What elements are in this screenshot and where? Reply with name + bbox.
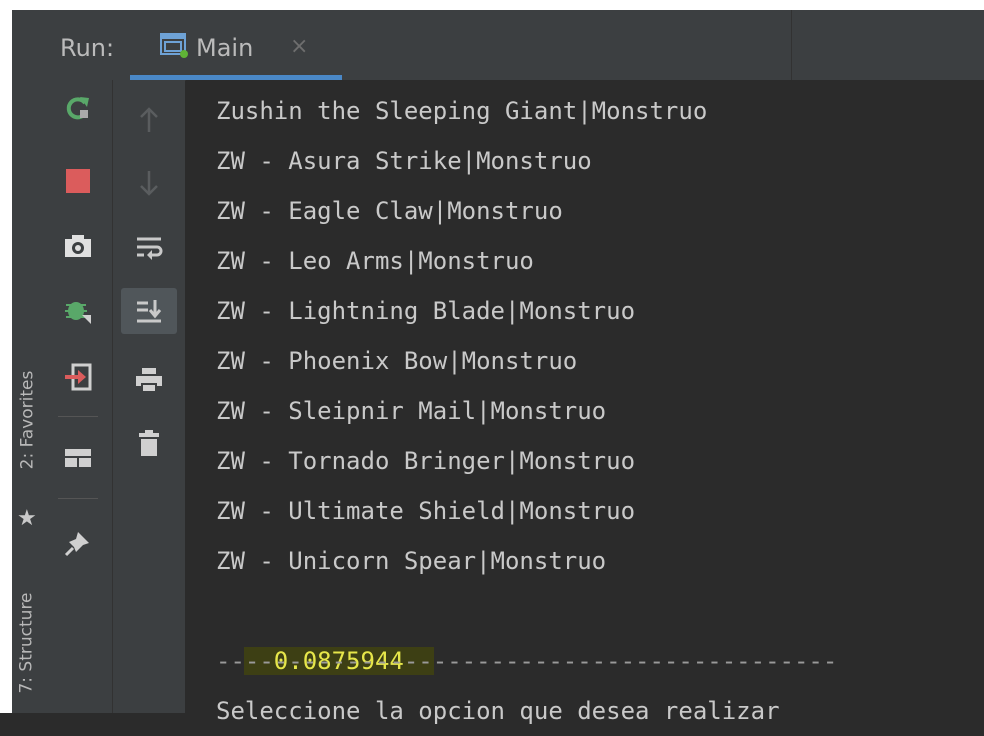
debug-restart-button[interactable]: [50, 288, 106, 334]
run-label: Run:: [60, 34, 115, 62]
highlighted-line: 0.0875944: [216, 586, 434, 675]
tab-main-label: Main: [196, 34, 254, 62]
console-line: ZW - Eagle Claw|Monstruo: [216, 197, 563, 225]
separator-line: ----------------------------------------…: [216, 647, 838, 675]
soft-wrap-button[interactable]: [121, 225, 177, 271]
structure-side-tab[interactable]: 7: Structure: [12, 575, 42, 710]
structure-side-tab-label: 7: Structure: [17, 591, 37, 694]
previous-occurrence-button[interactable]: [121, 97, 177, 143]
close-icon[interactable]: ×: [290, 34, 308, 59]
print-button[interactable]: [121, 357, 177, 403]
clear-all-button[interactable]: [121, 420, 177, 466]
soft-wrap-icon: [137, 237, 163, 260]
toolbar-separator: [58, 498, 98, 499]
rerun-button[interactable]: [50, 85, 106, 131]
dump-threads-button[interactable]: [50, 223, 106, 269]
console-line: ZW - Lightning Blade|Monstruo: [216, 297, 636, 325]
tab-main[interactable]: Main ×: [130, 10, 342, 80]
favorites-side-tab[interactable]: 2: Favorites: [12, 335, 42, 505]
console-line: ZW - Ultimate Shield|Monstruo: [216, 497, 636, 525]
pin-icon: [64, 532, 89, 557]
pin-tab-button[interactable]: [50, 520, 106, 566]
exit-button[interactable]: [50, 354, 106, 400]
star-icon: ★: [17, 506, 37, 531]
toolbar-separator: [58, 416, 98, 417]
window-icon: [160, 33, 190, 63]
window-top-edge: [0, 0, 984, 10]
stop-icon: [66, 169, 90, 193]
console-line: ZW - Phoenix Bow|Monstruo: [216, 347, 578, 375]
exit-icon: [65, 363, 92, 391]
console-line: ZW - Unicorn Spear|Monstruo: [216, 547, 607, 575]
run-toolbar-secondary: [113, 80, 185, 713]
next-occurrence-button[interactable]: [121, 160, 177, 206]
rerun-icon: [66, 97, 89, 120]
restore-layout-button[interactable]: [50, 435, 106, 481]
arrow-down-icon: [140, 171, 158, 196]
prompt-line: Seleccione la opcion que desea realizar: [216, 697, 780, 725]
console-line: ZW - Leo Arms|Monstruo: [216, 247, 534, 275]
console-line: ZW - Tornado Bringer|Monstruo: [216, 447, 636, 475]
debug-icon: [65, 302, 91, 324]
scroll-to-end-button[interactable]: [121, 288, 177, 334]
favorites-side-tab-label: 2: Favorites: [17, 370, 37, 470]
layout-icon: [65, 449, 91, 467]
console-line: ZW - Asura Strike|Monstruo: [216, 147, 592, 175]
console-line: ZW - Sleipnir Mail|Monstruo: [216, 397, 607, 425]
run-header: Run: Main ×: [42, 10, 984, 81]
stop-button[interactable]: [50, 158, 106, 204]
header-divider: [791, 10, 792, 80]
console-output[interactable]: Zushin the Sleeping Giant|Monstruo ZW - …: [186, 80, 984, 725]
console-line: Zushin the Sleeping Giant|Monstruo: [216, 97, 708, 125]
camera-icon: [65, 235, 91, 257]
side-tool-strip: 2: Favorites ★ 7: Structure: [12, 10, 43, 713]
trash-icon: [139, 430, 159, 456]
run-toolbar-primary: [42, 80, 113, 713]
print-icon: [136, 368, 162, 393]
scroll-to-end-icon: [137, 300, 162, 323]
window-left-edge: [0, 0, 12, 713]
arrow-up-icon: [140, 107, 158, 132]
